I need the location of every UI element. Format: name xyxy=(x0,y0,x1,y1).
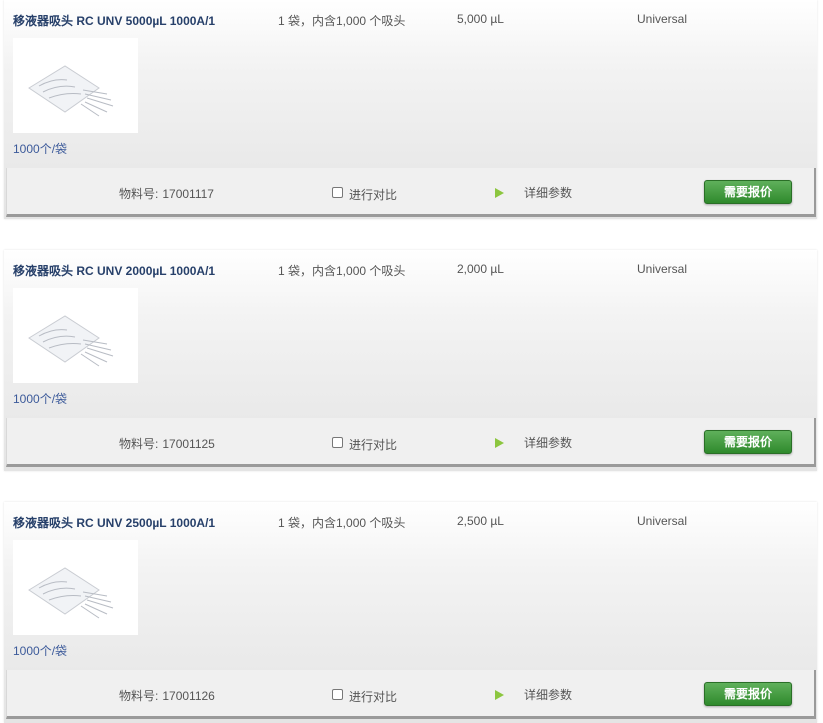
play-arrow-icon xyxy=(495,689,504,700)
checkbox-icon[interactable] xyxy=(332,689,343,700)
volume: 5,000 µL xyxy=(457,12,504,26)
product-card: 移液器吸头 RC UNV 2500µL 1000A/1 1 袋，内含1,000 … xyxy=(4,502,817,723)
part-number: 物料号: 17001117 xyxy=(119,185,214,202)
part-number: 物料号: 17001126 xyxy=(119,687,215,704)
pack-size: 1 袋，内含1,000 个吸头 xyxy=(278,264,406,278)
volume: 2,000 µL xyxy=(457,262,504,276)
details-label: 详细参数 xyxy=(524,688,573,702)
compare-label: 进行对比 xyxy=(349,438,398,452)
request-quote-button[interactable]: 需要报价 xyxy=(704,180,792,204)
play-arrow-icon xyxy=(495,187,504,198)
play-arrow-icon xyxy=(495,437,504,448)
details-label: 详细参数 xyxy=(524,186,573,200)
product-title[interactable]: 移液器吸头 RC UNV 5000µL 1000A/1 xyxy=(13,12,215,29)
product-image[interactable] xyxy=(13,288,138,383)
part-number: 物料号: 17001125 xyxy=(119,435,215,452)
unit-link[interactable]: 1000个/袋 xyxy=(13,642,67,659)
product-card: 移液器吸头 RC UNV 2000µL 1000A/1 1 袋，内含1,000 … xyxy=(4,250,817,471)
request-quote-button[interactable]: 需要报价 xyxy=(704,682,792,706)
unit-link[interactable]: 1000个/袋 xyxy=(13,390,67,407)
product-action-bar: 物料号: 17001117 进行对比 详细参数 需要报价 xyxy=(6,168,816,217)
product-title[interactable]: 移液器吸头 RC UNV 2500µL 1000A/1 xyxy=(13,514,215,531)
unit-link[interactable]: 1000个/袋 xyxy=(13,140,67,157)
checkbox-icon[interactable] xyxy=(332,187,343,198)
details-link[interactable]: 详细参数 xyxy=(495,686,572,703)
details-link[interactable]: 详细参数 xyxy=(495,184,572,201)
details-label: 详细参数 xyxy=(524,436,573,450)
compare-checkbox[interactable]: 进行对比 xyxy=(332,686,398,704)
checkbox-icon[interactable] xyxy=(332,437,343,448)
product-action-bar: 物料号: 17001125 进行对比 详细参数 需要报价 xyxy=(6,418,816,467)
pack-size: 1 袋，内含1,000 个吸头 xyxy=(278,14,406,28)
part-number-value: 17001125 xyxy=(162,437,215,451)
tip-type: Universal xyxy=(637,12,688,26)
compare-label: 进行对比 xyxy=(349,188,398,202)
request-quote-button[interactable]: 需要报价 xyxy=(704,430,792,454)
part-number-label: 物料号: xyxy=(119,437,159,451)
pack-size: 1 袋，内含1,000 个吸头 xyxy=(278,516,406,530)
product-card: 移液器吸头 RC UNV 5000µL 1000A/1 1 袋，内含1,000 … xyxy=(4,0,817,219)
compare-checkbox[interactable]: 进行对比 xyxy=(332,434,398,452)
compare-checkbox[interactable]: 进行对比 xyxy=(332,184,398,202)
part-number-label: 物料号: xyxy=(119,187,159,201)
volume: 2,500 µL xyxy=(457,514,504,528)
tip-type: Universal xyxy=(637,514,688,528)
part-number-label: 物料号: xyxy=(119,689,159,703)
product-image[interactable] xyxy=(13,540,138,635)
product-image[interactable] xyxy=(13,38,138,133)
part-number-value: 17001126 xyxy=(162,689,215,703)
details-link[interactable]: 详细参数 xyxy=(495,434,572,451)
part-number-value: 17001117 xyxy=(162,187,214,201)
tip-type: Universal xyxy=(637,262,688,276)
product-action-bar: 物料号: 17001126 进行对比 详细参数 需要报价 xyxy=(6,670,816,719)
product-title[interactable]: 移液器吸头 RC UNV 2000µL 1000A/1 xyxy=(13,262,215,279)
compare-label: 进行对比 xyxy=(349,690,398,704)
